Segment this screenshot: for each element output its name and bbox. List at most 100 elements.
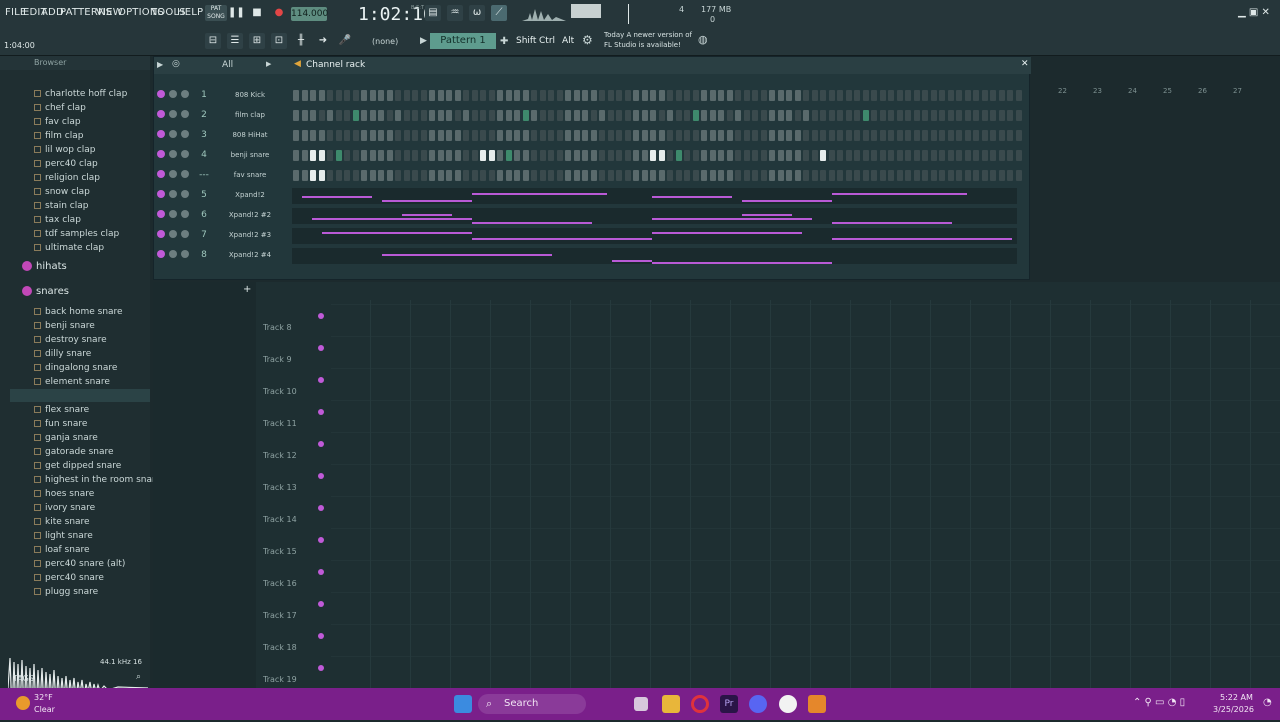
step-button[interactable] (488, 130, 495, 141)
pan-knob[interactable] (169, 130, 177, 138)
track-mute-icon[interactable] (318, 377, 324, 383)
browser-item[interactable]: tax clap (34, 215, 81, 225)
step-button[interactable] (913, 130, 920, 141)
step-button[interactable] (743, 150, 750, 161)
step-button[interactable] (922, 130, 928, 141)
browser-item[interactable]: ivory snare (34, 503, 95, 513)
step-button[interactable] (616, 110, 622, 121)
step-button[interactable] (998, 90, 1005, 101)
step-button[interactable] (641, 150, 648, 161)
step-button[interactable] (1015, 170, 1022, 181)
step-button[interactable] (658, 110, 665, 121)
step-button[interactable] (837, 130, 843, 141)
step-button[interactable] (735, 110, 741, 121)
browser-item[interactable]: stain clap (34, 201, 88, 211)
step-button[interactable] (539, 150, 546, 161)
step-button[interactable] (335, 110, 342, 121)
step-button[interactable] (318, 170, 325, 181)
step-button[interactable] (709, 150, 716, 161)
step-button[interactable] (480, 110, 486, 121)
step-button[interactable] (590, 110, 597, 121)
step-button[interactable] (803, 90, 809, 101)
pan-knob[interactable] (169, 230, 177, 238)
step-button[interactable] (514, 130, 520, 141)
step-button[interactable] (964, 90, 971, 101)
step-button[interactable] (471, 110, 478, 121)
mute-icon[interactable] (157, 190, 165, 198)
step-button[interactable] (922, 90, 928, 101)
step-button[interactable] (684, 130, 690, 141)
step-button[interactable] (420, 110, 427, 121)
step-button[interactable] (539, 90, 546, 101)
step-button[interactable] (344, 130, 350, 141)
step-button[interactable] (437, 110, 444, 121)
step-button[interactable] (803, 150, 809, 161)
step-button[interactable] (335, 170, 342, 181)
piano-roll-icon[interactable]: ☰ (227, 33, 243, 49)
step-button[interactable] (811, 150, 818, 161)
premiere-icon[interactable]: Pr (720, 695, 738, 713)
step-button[interactable] (378, 130, 384, 141)
track-label[interactable]: Track 19 (263, 675, 297, 684)
step-button[interactable] (786, 90, 792, 101)
track-label[interactable]: Track 8 (263, 323, 292, 332)
step-button[interactable] (888, 90, 894, 101)
step-button[interactable] (403, 150, 410, 161)
pan-knob[interactable] (169, 90, 177, 98)
pattern-add-icon[interactable]: ✚ (500, 36, 508, 47)
step-button[interactable] (327, 130, 333, 141)
step-button[interactable] (641, 90, 648, 101)
step-button[interactable] (633, 150, 639, 161)
step-button[interactable] (650, 110, 656, 121)
step-button[interactable] (539, 170, 546, 181)
step-button[interactable] (301, 130, 308, 141)
step-button[interactable] (658, 170, 665, 181)
step-button[interactable] (369, 130, 376, 141)
step-button[interactable] (913, 150, 920, 161)
step-button[interactable] (548, 150, 554, 161)
step-button[interactable] (726, 90, 733, 101)
step-button[interactable] (565, 90, 571, 101)
step-button[interactable] (395, 90, 401, 101)
pattern-arrow-icon[interactable]: ▶ (420, 36, 427, 46)
news-icon[interactable]: ⚙ (582, 33, 593, 47)
step-button[interactable] (590, 130, 597, 141)
step-button[interactable] (361, 150, 367, 161)
step-button[interactable] (684, 90, 690, 101)
step-button[interactable] (905, 130, 911, 141)
step-button[interactable] (692, 90, 699, 101)
step-button[interactable] (497, 130, 503, 141)
step-button[interactable] (854, 170, 860, 181)
step-button[interactable] (947, 110, 954, 121)
step-button[interactable] (990, 130, 996, 141)
step-button[interactable] (446, 130, 452, 141)
mixer-track-number[interactable]: 3 (197, 130, 211, 140)
step-button[interactable] (335, 150, 342, 161)
track-mute-icon[interactable] (318, 441, 324, 447)
mute-icon[interactable] (157, 230, 165, 238)
step-button[interactable] (650, 150, 656, 161)
step-button[interactable] (820, 90, 826, 101)
step-button[interactable] (607, 130, 614, 141)
step-button[interactable] (888, 110, 894, 121)
step-button[interactable] (616, 90, 622, 101)
pan-knob[interactable] (169, 110, 177, 118)
step-button[interactable] (607, 170, 614, 181)
step-button[interactable] (395, 150, 401, 161)
step-button[interactable] (820, 110, 826, 121)
step-button[interactable] (403, 170, 410, 181)
step-button[interactable] (497, 150, 503, 161)
mute-icon[interactable] (157, 250, 165, 258)
step-button[interactable] (446, 110, 452, 121)
step-button[interactable] (573, 150, 580, 161)
step-button[interactable] (446, 150, 452, 161)
step-button[interactable] (701, 90, 707, 101)
browser-item[interactable]: snow clap (34, 187, 90, 197)
step-button[interactable] (582, 150, 588, 161)
step-button[interactable] (293, 130, 299, 141)
step-button[interactable] (522, 150, 529, 161)
discord-icon[interactable] (749, 695, 767, 713)
step-button[interactable] (854, 90, 860, 101)
step-button[interactable] (429, 130, 435, 141)
step-button[interactable] (633, 90, 639, 101)
